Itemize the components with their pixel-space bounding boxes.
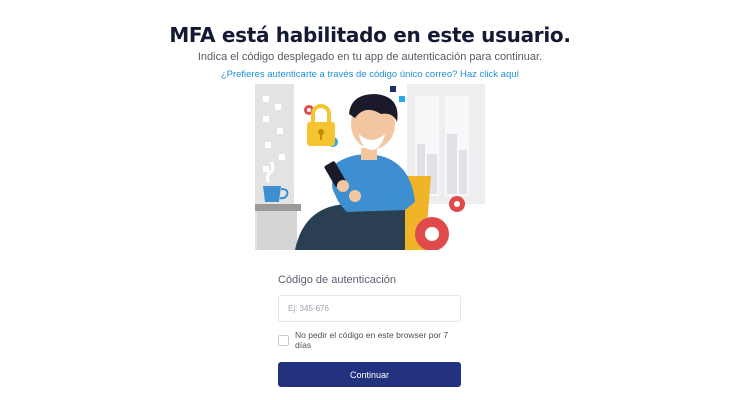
remember-browser-checkbox[interactable] [278, 334, 289, 346]
page-title: MFA está habilitado en este usuario. [169, 23, 571, 47]
auth-code-input[interactable] [278, 295, 461, 322]
code-field-label: Código de autenticación [278, 274, 397, 286]
lock-icon [307, 104, 335, 146]
remember-browser-label: No pedir el código en este browser por 7… [295, 330, 449, 350]
page-subtitle: Indica el código desplegado en tu app de… [197, 51, 543, 63]
remember-browser-row[interactable]: No pedir el código en este browser por 7… [278, 330, 462, 350]
mfa-header: MFA está habilitado en este usuario. Ind… [0, 22, 740, 82]
continue-button[interactable]: Continuar [278, 362, 461, 387]
email-code-link[interactable]: ¿Prefieres autenticarte a través de códi… [221, 69, 519, 80]
mfa-illustration [255, 84, 485, 250]
mfa-form: Código de autenticación No pedir el códi… [278, 274, 462, 387]
